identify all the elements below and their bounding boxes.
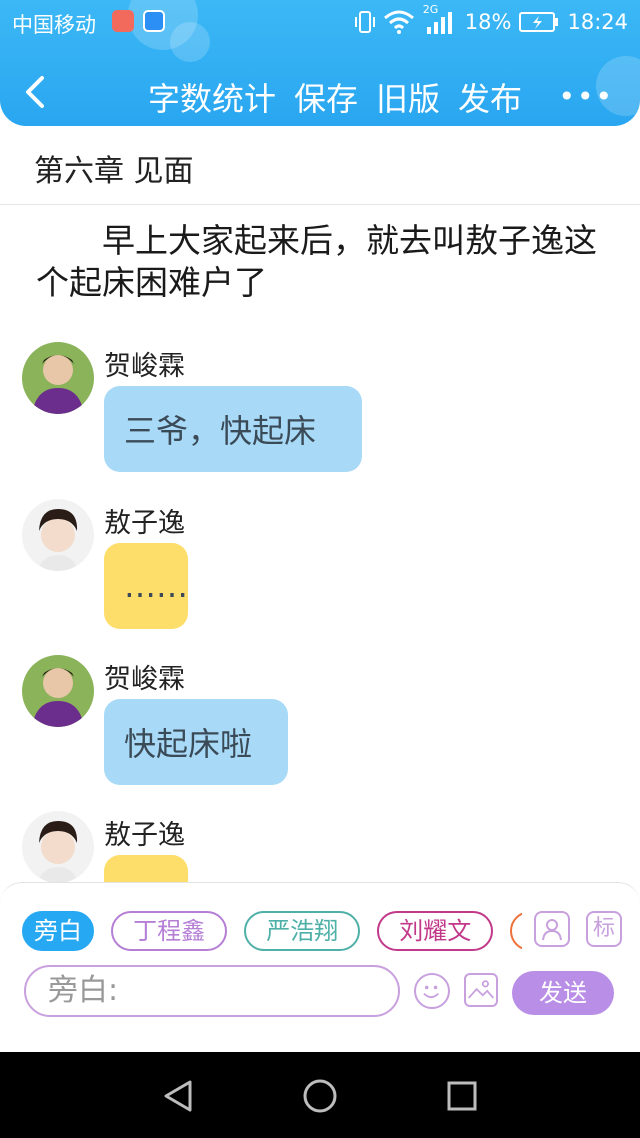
more-menu-icon[interactable]: ••• <box>558 80 614 113</box>
add-character-icon[interactable] <box>534 911 570 947</box>
system-nav-bar <box>0 1052 640 1138</box>
nav-back-icon[interactable] <box>160 1078 196 1114</box>
message-bubble[interactable]: …… <box>104 543 188 629</box>
vibrate-icon <box>354 11 375 33</box>
avatar <box>22 342 94 414</box>
signal-icon: 2G <box>423 3 457 35</box>
avatar <box>22 655 94 727</box>
carrier-label: 中国移动 <box>12 13 96 37</box>
message-bubble[interactable]: 三爷，快起床 <box>104 386 362 472</box>
chip-character[interactable]: 刘耀文 <box>377 911 494 951</box>
divider <box>0 204 640 205</box>
nav-home-icon[interactable] <box>302 1078 338 1114</box>
message-bubble[interactable]: 快起床啦 <box>104 699 288 785</box>
sender-name: 敖子逸 <box>104 820 185 851</box>
avatar <box>22 811 94 883</box>
chapter-title[interactable]: 第六章 见面 <box>34 146 194 190</box>
music-app-icon <box>112 10 134 32</box>
emoji-icon[interactable] <box>414 973 450 1009</box>
message-input[interactable]: 旁白: <box>24 965 400 1017</box>
wifi-icon <box>383 10 414 34</box>
status-bar: 中国移动 2G 18% 18:24 <box>0 0 640 44</box>
tag-button[interactable]: 标 <box>586 911 622 947</box>
sender-name: 贺峻霖 <box>104 351 185 382</box>
back-arrow-icon[interactable] <box>18 74 54 110</box>
chip-character[interactable]: 宋 <box>510 911 522 951</box>
nav-recents-icon[interactable] <box>446 1080 478 1112</box>
chip-narrator[interactable]: 旁白 <box>22 911 94 951</box>
battery-percent: 18% <box>464 10 512 34</box>
save-button[interactable]: 保存 <box>294 74 358 120</box>
battery-icon <box>519 12 559 32</box>
clock: 18:24 <box>567 10 628 34</box>
image-icon[interactable] <box>464 973 498 1007</box>
status-right: 2G 18% 18:24 <box>354 3 628 35</box>
sender-name: 贺峻霖 <box>104 664 185 695</box>
send-button[interactable]: 发送 <box>512 971 614 1015</box>
message-app-icon <box>143 10 165 32</box>
chip-character[interactable]: 严浩翔 <box>244 911 361 951</box>
publish-button[interactable]: 发布 <box>458 74 522 120</box>
top-nav: 字数统计 保存 旧版 发布 <box>148 74 522 120</box>
character-chips: 旁白 丁程鑫 严浩翔 刘耀文 宋 <box>22 911 522 951</box>
sender-name: 敖子逸 <box>104 508 185 539</box>
app-page: 中国移动 2G 18% 18:24 字数统计 保存 旧版 发布 ••• 第六章 … <box>0 0 640 1138</box>
chip-character[interactable]: 丁程鑫 <box>111 911 228 951</box>
word-count-button[interactable]: 字数统计 <box>148 74 276 120</box>
input-panel: 旁白 丁程鑫 严浩翔 刘耀文 宋 标 旁白: 发送 <box>0 882 640 1018</box>
app-header: 中国移动 2G 18% 18:24 字数统计 保存 旧版 发布 ••• <box>0 0 640 126</box>
avatar <box>22 499 94 571</box>
old-version-button[interactable]: 旧版 <box>376 74 440 120</box>
spacer <box>0 1018 640 1052</box>
narration-text[interactable]: 早上大家起来后，就去叫敖子逸这个起床困难户了 <box>36 220 616 304</box>
